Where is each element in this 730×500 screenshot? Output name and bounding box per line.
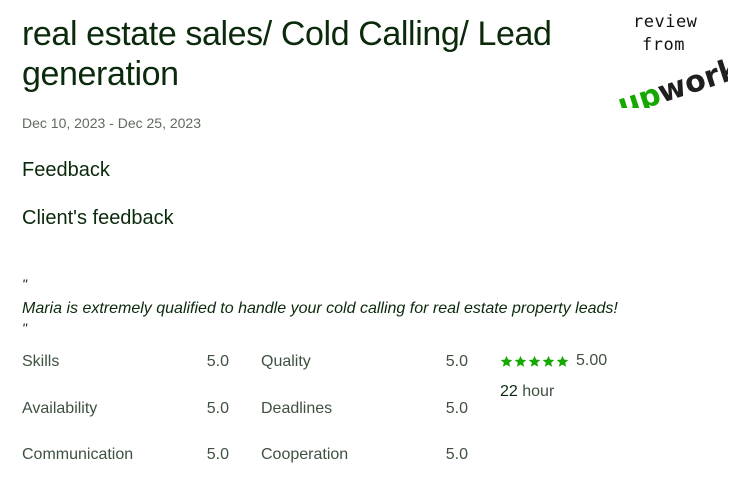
quality-value: 5.0: [445, 353, 468, 370]
star-icon: [528, 355, 541, 367]
client-feedback-heading: Client's feedback: [22, 207, 174, 229]
job-dates: Dec 10, 2023 - Dec 25, 2023: [22, 115, 202, 131]
deadlines-label: Deadlines: [261, 400, 333, 417]
review-from-upwork-stamp: review from up work: [604, 8, 728, 108]
star-icon: [514, 355, 527, 367]
star-icon: [542, 355, 555, 367]
hours-worked: 22 hour: [500, 383, 554, 401]
communication-label: Communication: [22, 446, 134, 463]
hours-value: 22: [500, 383, 518, 400]
cooperation-value: 5.0: [445, 446, 468, 463]
stamp-review-text: review: [633, 12, 698, 32]
overall-rating: 5.00: [500, 352, 607, 370]
overall-score: 5.00: [576, 352, 608, 369]
quote-close-mark: ": [22, 320, 27, 336]
feedback-heading: Feedback: [22, 159, 110, 181]
job-title: real estate sales/ Cold Calling/ Lead ge…: [22, 15, 552, 93]
availability-label: Availability: [22, 400, 98, 417]
skills-value: 5.0: [206, 353, 229, 370]
availability-value: 5.0: [206, 400, 229, 417]
star-icon: [556, 355, 569, 367]
deadlines-value: 5.0: [445, 400, 468, 417]
client-quote: Maria is extremely qualified to handle y…: [22, 300, 618, 317]
hours-unit: hour: [522, 383, 555, 400]
quote-open-mark: ": [22, 276, 27, 292]
upwork-logo-work: work: [653, 51, 728, 108]
communication-value: 5.0: [206, 446, 229, 463]
upwork-logo: up work: [614, 51, 728, 108]
cooperation-label: Cooperation: [261, 446, 349, 463]
star-icon: [500, 355, 513, 367]
quality-label: Quality: [261, 353, 311, 370]
star-rating: [500, 355, 569, 368]
skills-label: Skills: [22, 353, 60, 370]
